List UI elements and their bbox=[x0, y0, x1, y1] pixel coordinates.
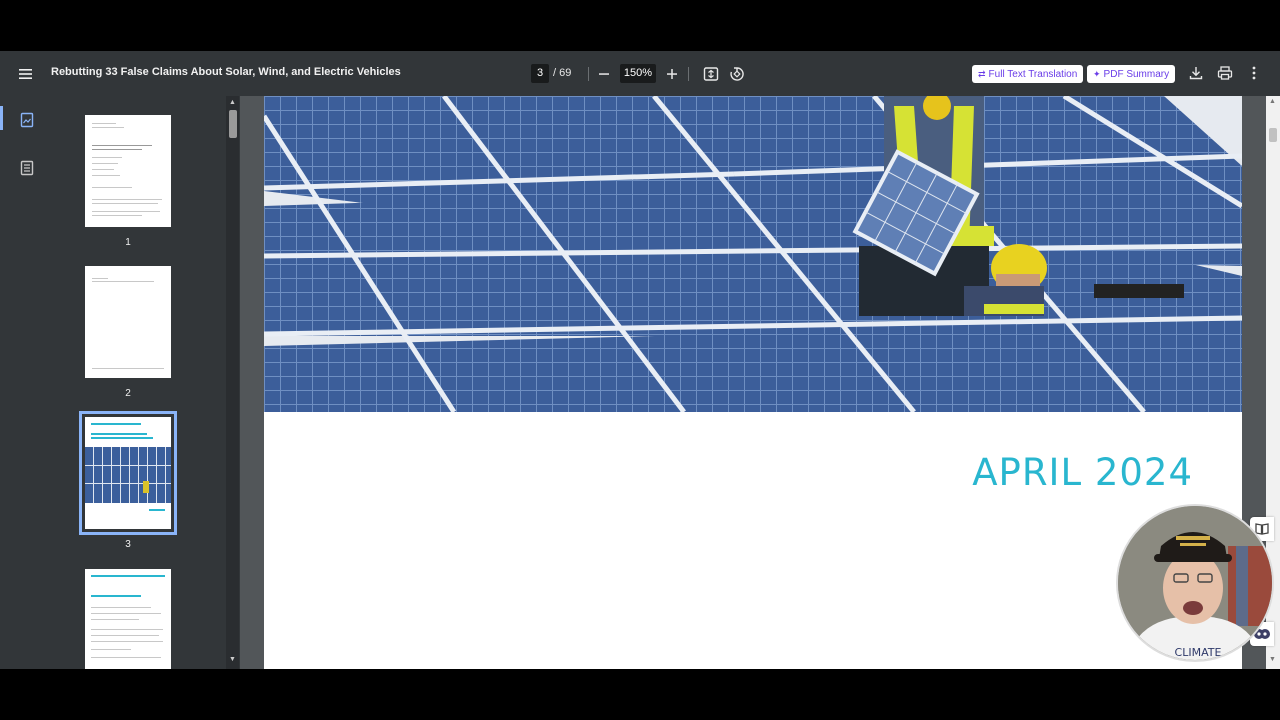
thumbnail-panel: 1 2 3 ▲ ▼ bbox=[54, 96, 240, 669]
thumb-text-line bbox=[91, 649, 131, 650]
thumbnail-label: 2 bbox=[125, 388, 131, 399]
thumb-text-line bbox=[91, 607, 151, 608]
thumb-solar-image bbox=[85, 447, 171, 503]
thumbnails-view-icon[interactable] bbox=[19, 112, 35, 128]
page-count: / 69 bbox=[553, 67, 572, 79]
document-viewer[interactable]: APRIL 2024 bbox=[240, 96, 1266, 669]
more-options-icon[interactable] bbox=[1246, 65, 1262, 81]
thumb-text-line bbox=[92, 199, 162, 200]
download-icon[interactable] bbox=[1188, 65, 1204, 81]
zoom-out-icon[interactable] bbox=[596, 66, 612, 82]
thumb-text-line bbox=[92, 211, 160, 212]
scrollbar-thumb[interactable] bbox=[1269, 128, 1277, 142]
thumb-text-line bbox=[91, 629, 163, 630]
thumb-text-line bbox=[92, 203, 158, 204]
thumb-text-line bbox=[91, 613, 161, 614]
letterbox-bottom bbox=[0, 669, 1280, 720]
webcam-overlay: CLIMATE bbox=[1116, 504, 1274, 662]
active-indicator bbox=[0, 106, 3, 130]
thumb-text-line bbox=[92, 368, 164, 369]
sidebar bbox=[0, 96, 54, 669]
thumb-text-line bbox=[91, 657, 161, 658]
page-thumbnail-3[interactable] bbox=[79, 411, 177, 535]
thumbnail-label: 3 bbox=[125, 539, 131, 550]
zoom-in-icon[interactable] bbox=[664, 66, 680, 82]
thumb-text-line bbox=[92, 127, 124, 128]
shirt-text: CLIMATE bbox=[1175, 646, 1222, 659]
thumb-text-line bbox=[92, 281, 154, 282]
thumb-title-line bbox=[91, 595, 141, 597]
presenter-video: CLIMATE bbox=[1118, 506, 1272, 660]
sparkle-icon: ✦ bbox=[1093, 69, 1101, 79]
pdf-toolbar: Rebutting 33 False Claims About Solar, W… bbox=[0, 51, 1280, 96]
report-date: APRIL 2024 bbox=[972, 451, 1193, 494]
thumb-text-line bbox=[92, 157, 122, 158]
thumb-text-line bbox=[92, 163, 118, 164]
scroll-up-icon[interactable]: ▲ bbox=[229, 99, 236, 106]
page-thumbnail-1[interactable] bbox=[85, 115, 171, 227]
solar-panels-photo bbox=[264, 96, 1242, 412]
thumb-text-line bbox=[92, 123, 116, 124]
divider bbox=[588, 67, 589, 81]
zoom-level[interactable]: 150% bbox=[620, 64, 656, 83]
pdf-summary-label: PDF Summary bbox=[1103, 69, 1170, 80]
thumb-text-line bbox=[91, 641, 163, 642]
thumb-date-line bbox=[149, 509, 165, 511]
thumb-text-line bbox=[92, 145, 152, 146]
rotate-icon[interactable] bbox=[729, 66, 745, 82]
pdf-page-3: APRIL 2024 bbox=[264, 96, 1242, 669]
page-thumbnail-4[interactable] bbox=[85, 569, 171, 669]
full-text-translation-label: Full Text Translation bbox=[988, 69, 1078, 80]
thumbnail-scrollbar[interactable]: ▲ ▼ bbox=[226, 96, 239, 669]
thumb-text-line bbox=[92, 187, 132, 188]
thumb-header-bar bbox=[91, 423, 141, 425]
pdf-summary-button[interactable]: ✦ PDF Summary bbox=[1087, 65, 1176, 83]
print-icon[interactable] bbox=[1217, 65, 1233, 81]
thumb-title-line bbox=[91, 437, 153, 439]
scroll-down-icon[interactable]: ▼ bbox=[1269, 656, 1276, 663]
thumbnail-label: 1 bbox=[125, 237, 131, 248]
letterbox-top bbox=[0, 0, 1280, 51]
thumb-text-line bbox=[92, 169, 114, 170]
page-thumbnail-2[interactable] bbox=[85, 266, 171, 378]
scroll-up-icon[interactable]: ▲ bbox=[1269, 98, 1276, 105]
thumb-text-line bbox=[91, 635, 159, 636]
scroll-down-icon[interactable]: ▼ bbox=[229, 656, 236, 663]
scrollbar-thumb[interactable] bbox=[229, 110, 237, 138]
full-text-translation-button[interactable]: ⇄ Full Text Translation bbox=[972, 65, 1084, 83]
fit-to-page-icon[interactable] bbox=[703, 66, 719, 82]
divider bbox=[688, 67, 689, 81]
thumb-text-line bbox=[91, 619, 139, 620]
thumb-text-line bbox=[92, 215, 142, 216]
thumb-title-line bbox=[91, 433, 147, 435]
thumb-text-line bbox=[92, 149, 142, 150]
thumb-text-line bbox=[92, 278, 108, 279]
thumb-text-line bbox=[92, 175, 120, 176]
hamburger-icon[interactable] bbox=[16, 64, 36, 84]
document-title: Rebutting 33 False Claims About Solar, W… bbox=[51, 66, 401, 78]
thumb-header-bar bbox=[91, 575, 165, 577]
page-number-input[interactable]: 3 bbox=[531, 64, 549, 83]
translate-icon: ⇄ bbox=[978, 69, 986, 79]
outline-view-icon[interactable] bbox=[19, 160, 35, 176]
